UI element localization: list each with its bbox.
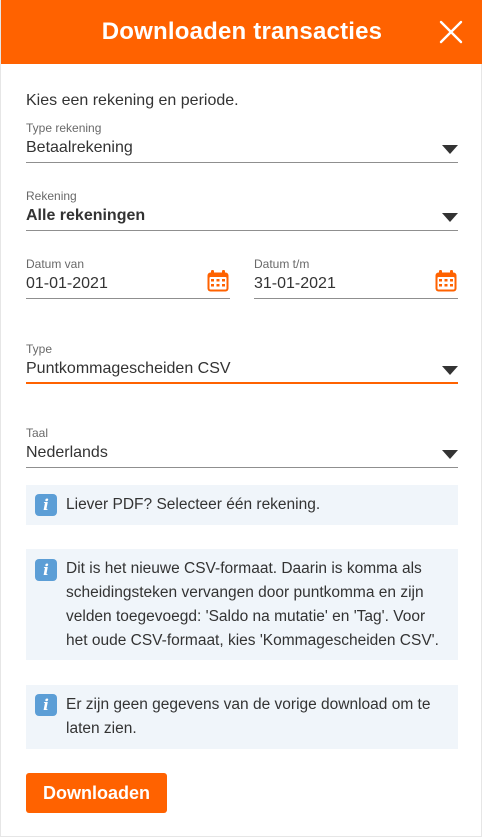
date-to-field[interactable]: Datum t/m 31-01-2021 xyxy=(254,257,458,299)
chevron-down-icon xyxy=(442,450,458,459)
dialog-header: Downloaden transacties xyxy=(1,0,482,64)
date-to-value: 31-01-2021 xyxy=(254,275,336,292)
account-type-select[interactable]: Type rekening Betaalrekening xyxy=(26,121,458,163)
download-button[interactable]: Downloaden xyxy=(26,773,167,813)
date-to-label: Datum t/m xyxy=(254,257,310,271)
account-value: Alle rekeningen xyxy=(26,207,146,224)
calendar-icon[interactable] xyxy=(434,269,458,293)
date-to-underline xyxy=(254,298,458,299)
close-icon[interactable] xyxy=(439,20,463,44)
info-icon: i xyxy=(35,494,57,516)
account-label: Rekening xyxy=(26,189,77,203)
info-box-previous-download: i Er zijn geen gegevens van de vorige do… xyxy=(26,685,458,749)
file-type-value: Puntkommagescheiden CSV xyxy=(26,360,231,377)
date-from-label: Datum van xyxy=(26,257,85,271)
file-type-select[interactable]: Type Puntkommagescheiden CSV xyxy=(26,342,458,385)
account-underline xyxy=(26,230,458,231)
info-box-csv-format: i Dit is het nieuwe CSV-formaat. Daarin … xyxy=(26,549,458,660)
language-value: Nederlands xyxy=(26,444,108,461)
chevron-down-icon xyxy=(442,213,458,222)
date-from-value: 01-01-2021 xyxy=(26,275,108,292)
date-from-field[interactable]: Datum van 01-01-2021 xyxy=(26,257,230,299)
info-text: Liever PDF? Selecteer één rekening. xyxy=(66,496,321,513)
info-icon: i xyxy=(35,694,57,716)
info-text: Dit is het nieuwe CSV-formaat. Daarin is… xyxy=(66,560,439,649)
chevron-down-icon xyxy=(442,366,458,375)
account-type-label: Type rekening xyxy=(26,121,102,135)
language-underline xyxy=(26,467,458,468)
language-select[interactable]: Taal Nederlands xyxy=(26,426,458,468)
download-transactions-dialog: Downloaden transacties Kies een rekening… xyxy=(0,0,482,837)
language-label: Taal xyxy=(26,426,49,440)
info-text: Er zijn geen gegevens van de vorige down… xyxy=(66,696,431,737)
dialog-title: Downloaden transacties xyxy=(101,18,383,45)
account-type-value: Betaalrekening xyxy=(26,139,133,156)
account-type-underline xyxy=(26,162,458,163)
info-icon: i xyxy=(35,559,57,581)
calendar-icon[interactable] xyxy=(206,269,230,293)
account-select[interactable]: Rekening Alle rekeningen xyxy=(26,189,458,231)
info-box-pdf: i Liever PDF? Selecteer één rekening. xyxy=(26,485,458,525)
intro-text: Kies een rekening en periode. xyxy=(26,92,239,109)
chevron-down-icon xyxy=(442,145,458,154)
file-type-underline xyxy=(26,382,458,384)
date-from-underline xyxy=(26,298,230,299)
file-type-label: Type xyxy=(26,342,53,356)
